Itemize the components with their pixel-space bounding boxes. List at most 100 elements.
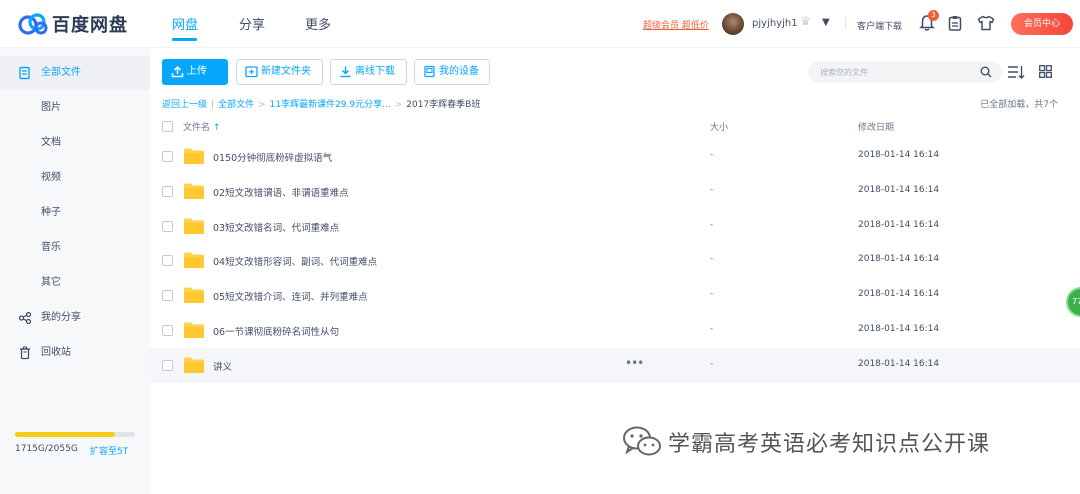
logo[interactable]: 百度网盘 <box>16 11 128 37</box>
search-box <box>808 61 1002 83</box>
search-icon[interactable] <box>980 66 992 78</box>
offline-download-button[interactable]: 离线下载 <box>330 59 407 85</box>
tab-share[interactable]: 分享 <box>239 14 265 33</box>
row-checkbox[interactable] <box>162 185 173 197</box>
upload-icon <box>171 65 184 78</box>
file-size: - <box>710 324 714 334</box>
storage-quota-fill <box>15 432 116 437</box>
column-header-size[interactable]: 大小 <box>710 120 728 133</box>
new-folder-button[interactable]: 新建文件夹 <box>236 59 323 85</box>
crown-icon: ♛ <box>800 14 811 28</box>
sidebar-item-label: 文档 <box>41 137 61 148</box>
breadcrumb-separator: | <box>211 100 215 110</box>
new-folder-label: 新建文件夹 <box>261 66 311 77</box>
new-folder-icon <box>245 66 258 78</box>
chevron-down-icon[interactable]: ▼ <box>822 17 830 28</box>
folder-icon <box>183 251 205 269</box>
device-icon <box>424 65 435 78</box>
upload-label: 上传 <box>187 66 207 77</box>
row-checkbox[interactable] <box>162 220 173 232</box>
file-size: - <box>710 289 714 300</box>
sidebar-item-label: 全部文件 <box>41 67 81 78</box>
expand-storage-link[interactable]: 扩容至5T <box>90 444 128 457</box>
sidebar-item-videos[interactable]: 视频 <box>0 161 150 195</box>
table-header: 文件名 ↑ 大小 修改日期 <box>150 118 1080 135</box>
breadcrumb-back[interactable]: 返回上一级 <box>162 100 207 110</box>
file-name[interactable]: 0150分钟彻底粉碎虚拟语气 <box>213 150 332 164</box>
sidebar: 全部文件 图片 文档 视频 种子 音乐 其它 我的分享 回收站 1715G/20… <box>0 48 150 494</box>
cloud-logo-icon <box>18 13 48 35</box>
file-name[interactable]: 讲义 <box>213 359 232 373</box>
tab-more[interactable]: 更多 <box>305 14 331 33</box>
breadcrumb-current: 2017李辉春季B班 <box>406 100 481 110</box>
column-name-label: 文件名 <box>183 123 211 133</box>
file-name[interactable]: 05短文改错介词、连词、并列重难点 <box>213 289 368 303</box>
watermark: 学霸高考英语必考知识点公开课 <box>622 425 990 459</box>
sidebar-item-recycle-bin[interactable]: 回收站 <box>0 336 150 370</box>
sidebar-item-all-files[interactable]: 全部文件 <box>0 56 150 90</box>
folder-icon <box>183 182 205 200</box>
share-icon <box>18 311 32 325</box>
breadcrumb-root[interactable]: 全部文件 <box>218 100 254 110</box>
sidebar-item-my-share[interactable]: 我的分享 <box>0 301 150 335</box>
file-name[interactable]: 03短文改错名词、代词重难点 <box>213 220 339 234</box>
tshirt-icon[interactable] <box>977 15 995 31</box>
file-modified-date: 2018-01-14 16:14 <box>858 184 940 195</box>
table-row[interactable]: 04短文改错形容词、副词、代词重难点 - 2018-01-14 16:14 <box>150 243 1080 278</box>
row-checkbox[interactable] <box>162 290 173 302</box>
file-size: - <box>710 254 714 265</box>
sidebar-item-documents[interactable]: 文档 <box>0 126 150 160</box>
file-modified-date: 2018-01-14 16:14 <box>858 219 940 230</box>
file-modified-date: 2018-01-14 16:14 <box>858 289 940 300</box>
row-checkbox[interactable] <box>162 325 173 336</box>
folder-icon <box>183 286 205 304</box>
sidebar-item-label: 图片 <box>41 102 61 113</box>
select-all-checkbox[interactable] <box>162 121 173 132</box>
file-name[interactable]: 02短文改错谓语、非谓语重难点 <box>213 185 349 199</box>
grid-view-icon[interactable] <box>1039 65 1052 78</box>
vip-promo-link[interactable]: 超级会员 超低价 <box>643 18 709 31</box>
sidebar-item-music[interactable]: 音乐 <box>0 231 150 265</box>
sidebar-item-other[interactable]: 其它 <box>0 266 150 300</box>
divider <box>845 17 846 30</box>
upload-button[interactable]: 上传 <box>162 59 228 85</box>
sidebar-item-label: 其它 <box>41 277 61 288</box>
clipboard-icon[interactable] <box>948 15 962 31</box>
table-row[interactable]: 05短文改错介词、连词、并列重难点 - 2018-01-14 16:14 <box>150 278 1080 313</box>
client-download-link[interactable]: 客户端下载 <box>857 19 902 32</box>
file-name[interactable]: 04短文改错形容词、副词、代词重难点 <box>213 254 377 268</box>
sidebar-item-torrents[interactable]: 种子 <box>0 196 150 230</box>
row-checkbox[interactable] <box>162 151 173 162</box>
my-devices-label: 我的设备 <box>439 66 479 77</box>
column-header-modified[interactable]: 修改日期 <box>858 120 894 133</box>
sidebar-item-images[interactable]: 图片 <box>0 91 150 125</box>
loaded-count: 已全部加载，共7个 <box>980 100 1058 110</box>
trash-icon <box>20 346 30 360</box>
column-header-name[interactable]: 文件名 ↑ <box>183 120 221 133</box>
more-options-icon[interactable]: ••• <box>625 356 644 370</box>
my-devices-button[interactable]: 我的设备 <box>414 59 490 85</box>
sidebar-item-label: 我的分享 <box>41 312 81 323</box>
member-center-button[interactable]: 会员中心 <box>1011 13 1073 35</box>
table-row[interactable]: 03短文改错名词、代词重难点 - 2018-01-14 16:14 <box>150 209 1080 244</box>
all-files-icon <box>19 66 30 80</box>
watermark-text: 学霸高考英语必考知识点公开课 <box>668 432 991 457</box>
table-row[interactable]: 02短文改错谓语、非谓语重难点 - 2018-01-14 16:14 <box>150 174 1080 209</box>
username[interactable]: pjyjhyjh1 <box>752 18 798 29</box>
tab-netdisk[interactable]: 网盘 <box>172 14 198 33</box>
search-input[interactable] <box>820 64 970 80</box>
sort-up-icon: ↑ <box>213 123 221 133</box>
avatar[interactable] <box>722 13 744 35</box>
table-row[interactable]: 0150分钟彻底粉碎虚拟语气 - 2018-01-14 16:14 <box>150 139 1080 174</box>
wechat-icon <box>623 426 661 456</box>
top-bar: 百度网盘 网盘 分享 更多 超级会员 超低价 pjyjhyjh1 ♛ ▼ 客户端… <box>0 0 1080 48</box>
breadcrumb-parent[interactable]: 11李辉最新课件29.9元分享... <box>270 100 391 110</box>
file-modified-date: 2018-01-14 16:14 <box>858 150 940 160</box>
file-modified-date: 2018-01-14 16:14 <box>858 324 940 334</box>
table-row[interactable]: 讲义 ••• - 2018-01-14 16:14 <box>150 347 1080 383</box>
file-name[interactable]: 06一节课彻底粉碎名词性从句 <box>213 324 339 338</box>
row-checkbox[interactable] <box>162 359 173 371</box>
sort-icon[interactable] <box>1007 64 1025 80</box>
row-checkbox[interactable] <box>162 255 173 267</box>
table-row[interactable]: 06一节课彻底粉碎名词性从句 - 2018-01-14 16:14 <box>150 313 1080 348</box>
